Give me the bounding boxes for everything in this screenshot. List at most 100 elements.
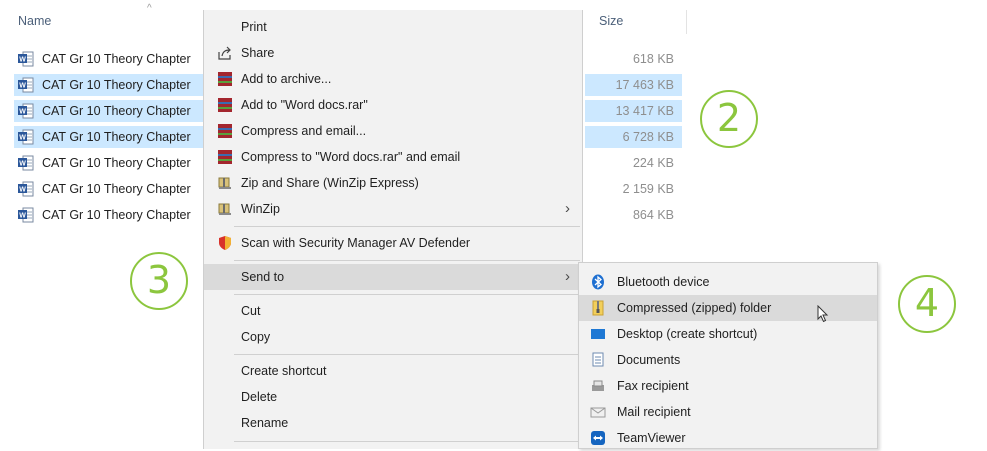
file-row[interactable]: W CAT Gr 10 Theory Chapter — [14, 126, 204, 148]
winzip-icon — [218, 177, 231, 189]
file-size-cell[interactable]: 17 463 KB — [585, 74, 682, 96]
send-to-submenu: Bluetooth device Compressed (zipped) fol… — [578, 262, 878, 449]
menu-item-rename[interactable]: Rename — [204, 410, 582, 436]
menu-item-label: Share — [241, 46, 275, 60]
file-size: 6 728 KB — [622, 130, 674, 144]
menu-item-label: Cut — [241, 304, 261, 318]
file-row[interactable]: W CAT Gr 10 Theory Chapter — [14, 74, 204, 96]
menu-item-send-to[interactable]: Send to › — [204, 264, 582, 290]
menu-item-compress-email[interactable]: Compress and email... — [204, 118, 582, 144]
chevron-right-icon: › — [565, 268, 570, 285]
sort-ascending-icon: ^ — [147, 3, 152, 14]
submenu-item-label: Bluetooth device — [617, 275, 710, 289]
send-to-mail[interactable]: Mail recipient — [579, 399, 877, 425]
callout-step-3: 3 — [130, 252, 188, 310]
svg-text:W: W — [19, 83, 26, 90]
menu-item-copy[interactable]: Copy — [204, 324, 582, 350]
file-name: CAT Gr 10 Theory Chapter — [42, 156, 191, 170]
fax-icon — [592, 380, 604, 391]
menu-separator — [234, 354, 580, 355]
menu-item-label: Compress and email... — [241, 124, 367, 138]
file-size: 864 KB — [632, 208, 674, 222]
file-size: 618 KB — [632, 52, 674, 66]
svg-text:W: W — [19, 187, 26, 194]
menu-item-label: WinZip — [241, 202, 280, 216]
menu-item-label: Copy — [241, 330, 271, 344]
menu-item-label: Create shortcut — [241, 364, 327, 378]
file-size-cell[interactable]: 224 KB — [585, 152, 682, 174]
send-to-fax[interactable]: Fax recipient — [579, 373, 877, 399]
desktop-icon — [591, 329, 605, 339]
file-name: CAT Gr 10 Theory Chapter — [42, 208, 191, 222]
svg-text:W: W — [19, 135, 26, 142]
column-header-name[interactable]: Name — [18, 14, 51, 28]
callout-step-4: 4 — [898, 275, 956, 333]
submenu-item-label: Fax recipient — [617, 379, 689, 393]
column-header-size[interactable]: Size — [599, 14, 623, 28]
word-document-icon: W — [18, 103, 34, 119]
svg-text:W: W — [19, 213, 26, 220]
teamviewer-icon — [591, 431, 605, 445]
word-document-icon: W — [18, 207, 34, 223]
menu-item-scan[interactable]: Scan with Security Manager AV Defender — [204, 230, 582, 256]
menu-item-zip-share[interactable]: Zip and Share (WinZip Express) — [204, 170, 582, 196]
file-size-cell[interactable]: 2 159 KB — [585, 178, 682, 200]
winzip-icon — [218, 203, 231, 215]
file-row[interactable]: W CAT Gr 10 Theory Chapter — [14, 152, 204, 174]
menu-item-label: Add to archive... — [241, 72, 332, 86]
winrar-icon — [218, 124, 232, 138]
file-size: 224 KB — [632, 156, 674, 170]
menu-item-label: Delete — [241, 390, 278, 404]
menu-item-compress-rar-email[interactable]: Compress to "Word docs.rar" and email — [204, 144, 582, 170]
file-row[interactable]: W CAT Gr 10 Theory Chapter — [14, 178, 204, 200]
column-divider[interactable] — [686, 10, 687, 34]
menu-item-label: Add to "Word docs.rar" — [241, 98, 368, 112]
submenu-item-label: Mail recipient — [617, 405, 691, 419]
winrar-icon — [218, 98, 232, 112]
menu-item-add-to-archive[interactable]: Add to archive... — [204, 66, 582, 92]
send-to-teamviewer[interactable]: TeamViewer — [579, 425, 877, 451]
file-size: 13 417 KB — [615, 104, 674, 118]
file-row[interactable]: W CAT Gr 10 Theory Chapter — [14, 204, 204, 226]
bluetooth-icon — [592, 274, 604, 290]
file-name: CAT Gr 10 Theory Chapter — [42, 182, 191, 196]
file-size-cell[interactable]: 13 417 KB — [585, 100, 682, 122]
shield-icon — [219, 236, 231, 250]
file-size-cell[interactable]: 618 KB — [585, 48, 682, 70]
menu-item-add-to-rar[interactable]: Add to "Word docs.rar" — [204, 92, 582, 118]
file-name: CAT Gr 10 Theory Chapter — [42, 52, 191, 66]
menu-separator — [234, 260, 580, 261]
documents-icon — [592, 352, 604, 367]
file-row[interactable]: W CAT Gr 10 Theory Chapter — [14, 48, 204, 70]
menu-item-label: Send to — [241, 270, 285, 284]
submenu-item-label: Compressed (zipped) folder — [617, 301, 772, 315]
word-document-icon: W — [18, 129, 34, 145]
menu-item-label: Scan with Security Manager AV Defender — [241, 236, 471, 250]
menu-item-winzip[interactable]: WinZip › — [204, 196, 582, 222]
menu-separator — [234, 294, 580, 295]
word-document-icon: W — [18, 181, 34, 197]
menu-item-create-shortcut[interactable]: Create shortcut — [204, 358, 582, 384]
word-document-icon: W — [18, 77, 34, 93]
zip-folder-icon — [592, 300, 604, 316]
send-to-bluetooth[interactable]: Bluetooth device — [579, 269, 877, 295]
file-size-cell[interactable]: 864 KB — [585, 204, 682, 226]
menu-item-share[interactable]: Share — [204, 40, 582, 66]
file-row[interactable]: W CAT Gr 10 Theory Chapter — [14, 100, 204, 122]
svg-text:W: W — [19, 109, 26, 116]
menu-separator — [234, 226, 580, 227]
menu-item-label: Rename — [241, 416, 289, 430]
file-name: CAT Gr 10 Theory Chapter — [42, 130, 191, 144]
send-to-compressed-folder[interactable]: Compressed (zipped) folder — [579, 295, 877, 323]
svg-text:W: W — [19, 161, 26, 168]
send-to-documents[interactable]: Documents — [579, 347, 877, 373]
share-icon — [218, 46, 231, 60]
send-to-desktop[interactable]: Desktop (create shortcut) — [579, 321, 877, 347]
menu-separator — [234, 441, 580, 442]
menu-item-delete[interactable]: Delete — [204, 384, 582, 410]
menu-item-print[interactable]: Print — [204, 14, 582, 40]
menu-item-cut[interactable]: Cut — [204, 298, 582, 324]
file-size-cell[interactable]: 6 728 KB — [585, 126, 682, 148]
file-size: 2 159 KB — [622, 182, 674, 196]
chevron-right-icon: › — [565, 200, 570, 217]
